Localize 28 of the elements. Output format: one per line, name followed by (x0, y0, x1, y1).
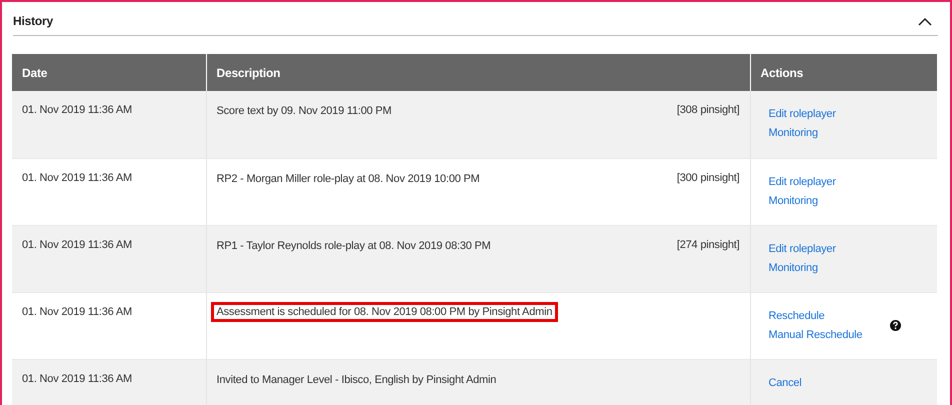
help-icon[interactable] (890, 320, 901, 330)
description-text: RP2 - Morgan Miller role-play at 08. Nov 2019 10:00 PM (216, 172, 481, 186)
count-tag: [308 pinsight] (676, 104, 740, 118)
action-link[interactable]: Reschedule (768, 310, 862, 322)
action-link[interactable]: Edit roleplayer (768, 108, 836, 120)
action-link[interactable]: Edit roleplayer (768, 176, 836, 188)
date-text: 01. Nov 2019 11:36 AM (22, 306, 132, 318)
action-link[interactable]: Manual Reschedule (768, 328, 862, 340)
description-text: Score text by 09. Nov 2019 11:00 PM (216, 104, 393, 118)
column-header: Actions (750, 54, 937, 91)
highlighted-description: Assessment is scheduled for 08. Nov 2019 08:00 PM by Pinsight Admin (210, 302, 558, 322)
description-text: RP1 - Taylor Reynolds role-play at 08. Nov 2019 08:30 PM (216, 238, 492, 252)
panel-title: History (13, 14, 53, 28)
action-link[interactable]: Edit roleplayer (768, 242, 836, 254)
description-text: Invited to Manager Level - Ibisco, English by Pinsight Admin (216, 372, 498, 386)
chevron-icon[interactable] (918, 16, 932, 26)
column-header: Description (206, 54, 750, 91)
count-tag: [274 pinsight] (676, 238, 740, 252)
action-link[interactable]: Monitoring (768, 127, 836, 139)
action-link[interactable]: Cancel (768, 376, 802, 388)
date-text: 01. Nov 2019 11:36 AM (22, 238, 132, 250)
column-header: Date (12, 54, 206, 91)
date-text: 01. Nov 2019 11:36 AM (22, 372, 132, 384)
date-text: 01. Nov 2019 11:36 AM (22, 172, 132, 184)
action-link[interactable]: Monitoring (768, 262, 836, 274)
count-tag: [300 pinsight] (676, 172, 740, 186)
action-link[interactable]: Monitoring (768, 194, 836, 206)
date-text: 01. Nov 2019 11:36 AM (22, 104, 132, 116)
